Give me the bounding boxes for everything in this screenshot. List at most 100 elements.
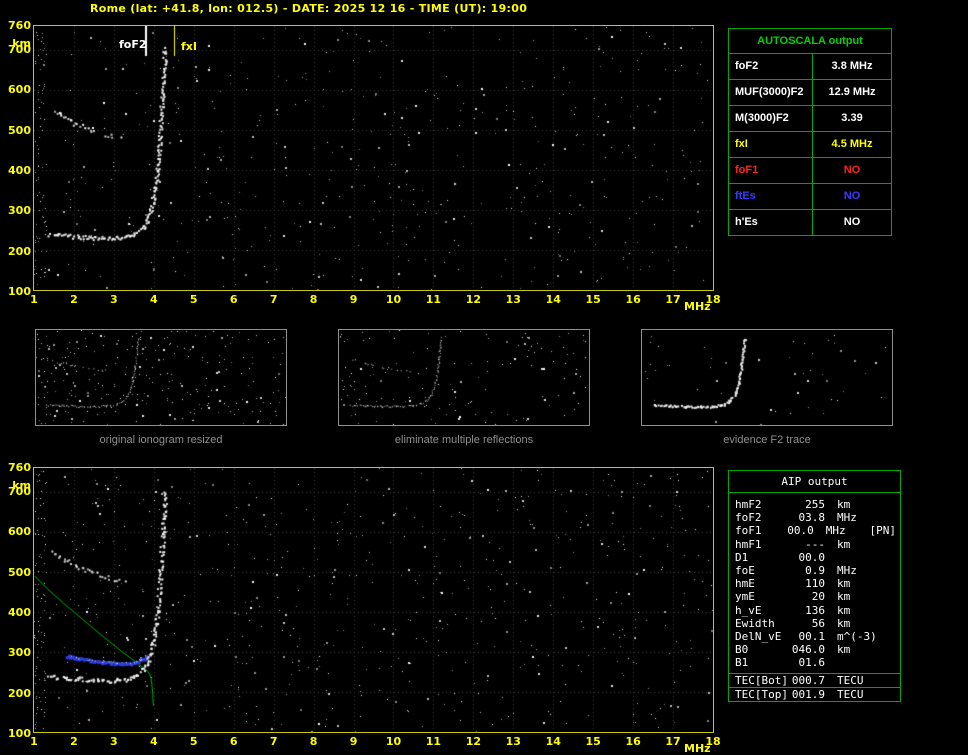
aip-param-unit: km: [837, 498, 851, 511]
aip-param-unit: km: [837, 616, 851, 630]
aip-param-note: [896, 551, 900, 564]
top-y-tick-760: 760: [8, 19, 31, 32]
top-x-tick-8: 8: [309, 293, 318, 306]
aip-param-note: [896, 617, 900, 630]
aip-param-unit: TECU: [837, 674, 864, 688]
thumbnail-caption-original: original ionogram resized: [99, 434, 223, 446]
thumbnail-original-ionogram: [35, 329, 287, 426]
aip-output-table: AIP output hmF2 255 km foF2 03.8 MHz foF1 00.0 M…: [728, 470, 901, 703]
bottom-x-tick-8: 8: [309, 735, 318, 748]
autoscala-table-header: AUTOSCALA output: [729, 29, 891, 54]
autoscala-param-name: ftEs: [735, 190, 756, 202]
aip-row-hmF1: hmF1 --- km: [729, 538, 900, 551]
top-x-tick-2: 2: [70, 293, 78, 306]
autoscala-row-MUF(3000)F2: MUF(3000)F2 12.9 MHz: [729, 80, 891, 106]
aip-param-name: foF2: [735, 511, 762, 525]
autoscala-row-foF1: foF1 NO: [729, 158, 891, 184]
autoscala-param-value: NO: [812, 184, 891, 209]
top-x-tick-3: 3: [110, 293, 118, 306]
aip-param-name: B1: [735, 656, 749, 670]
top-y-tick-500: 500: [8, 123, 31, 137]
aip-row-D1: D1 00.0: [729, 551, 900, 564]
aip-row-hmF2: hmF2 255 km: [729, 498, 900, 511]
top-ionogram-canvas: [34, 26, 713, 290]
bottom-ionogram-canvas: [34, 468, 713, 732]
thumbnail-evidence-f2: [641, 329, 893, 426]
aip-param-note: [896, 538, 900, 551]
top-x-tick-18: 18: [705, 293, 721, 306]
aip-param-value: 56: [811, 616, 825, 630]
bottom-x-tick-13: 13: [505, 735, 521, 748]
aip-param-name: DelN_vE: [735, 629, 782, 643]
bottom-y-tick-760: 760: [8, 461, 31, 474]
autoscala-param-value: 3.39: [812, 106, 891, 131]
autoscala-row-foF2: foF2 3.8 MHz: [729, 54, 891, 80]
aip-param-value: 001.9: [791, 688, 825, 702]
bottom-x-tick-9: 9: [349, 735, 358, 748]
aip-param-unit: km: [837, 537, 851, 551]
aip-param-unit: [837, 656, 887, 669]
aip-param-value: 110: [805, 577, 825, 591]
top-x-tick-11: 11: [425, 293, 442, 306]
top-x-tick-13: 13: [505, 293, 521, 306]
bottom-x-tick-18: 18: [705, 735, 721, 748]
autoscala-param-value: 4.5 MHz: [812, 132, 891, 157]
aip-param-name: ymE: [735, 590, 755, 604]
aip-param-unit: [837, 551, 887, 564]
aip-param-value: 00.1: [798, 629, 826, 643]
aip-param-note: [896, 656, 900, 669]
bottom-y-tick-500: 500: [8, 565, 31, 579]
aip-param-name: foF1: [735, 524, 762, 538]
aip-param-unit: MHz: [837, 511, 857, 525]
bottom-x-tick-7: 7: [269, 735, 278, 748]
aip-param-value: 01.6: [798, 656, 826, 670]
top-x-tick-15: 15: [585, 293, 601, 306]
aip-param-unit: MHz: [837, 563, 857, 577]
aip-param-note: [PN]: [869, 524, 897, 538]
aip-row-hmE: hmE 110 km: [729, 577, 900, 590]
autoscala-row-fxI: fxI 4.5 MHz: [729, 132, 891, 158]
aip-param-unit: m^(-3): [837, 629, 877, 643]
top-x-tick-10: 10: [385, 293, 402, 306]
bottom-y-tick-300: 300: [8, 646, 31, 660]
aip-param-value: 136: [805, 603, 825, 617]
top-x-tick-6: 6: [229, 293, 238, 306]
aip-param-unit: km: [837, 643, 851, 657]
top-y-tick-600: 600: [8, 83, 31, 97]
top-x-tick-14: 14: [545, 293, 561, 306]
aip-param-unit: MHz: [825, 524, 846, 538]
aip-param-name: hmF1: [735, 537, 762, 551]
aip-table-header: AIP output: [729, 471, 900, 493]
bottom-y-tick-200: 200: [8, 686, 31, 700]
thumbnail-evidence-canvas: [642, 330, 892, 425]
aip-param-value: ---: [805, 537, 825, 551]
thumbnail-caption-evidence: evidence F2 trace: [723, 434, 811, 446]
aip-param-value: 03.8: [798, 511, 826, 525]
top-x-tick-4: 4: [149, 293, 158, 306]
aip-row-foF2: foF2 03.8 MHz: [729, 511, 900, 524]
aip-param-name: h_vE: [735, 603, 762, 617]
thumbnail-eliminate-reflections: [338, 329, 590, 426]
autoscala-row-M(3000)F2: M(3000)F2 3.39: [729, 106, 891, 132]
aip-row-ymE: ymE 20 km: [729, 590, 900, 603]
aip-row-Ewidth: Ewidth 56 km: [729, 617, 900, 630]
aip-param-name: foE: [735, 563, 755, 577]
autoscala-param-name: M(3000)F2: [735, 112, 789, 124]
bottom-ionogram-plot: [33, 467, 714, 733]
bottom-x-tick-10: 10: [385, 735, 402, 748]
top-y-tick-200: 200: [8, 244, 31, 258]
top-x-tick-1: 1: [30, 293, 38, 306]
aip-param-note: [896, 590, 900, 603]
aip-param-name: B0: [735, 643, 749, 657]
bottom-x-tick-12: 12: [465, 735, 481, 748]
aip-param-note: [896, 511, 900, 524]
aip-tec-rows: TEC[Bot] 000.7 TECU TEC[Top] 001.9 TECU: [729, 673, 900, 701]
top-x-tick-5: 5: [189, 293, 198, 306]
autoscala-row-h'Es: h'Es NO: [729, 210, 891, 235]
bottom-x-tick-16: 16: [625, 735, 641, 748]
aip-param-unit: km: [837, 590, 851, 604]
autoscala-param-name: fxI: [735, 138, 748, 150]
aip-row-TEC[Bot]: TEC[Bot] 000.7 TECU: [729, 674, 900, 689]
top-x-tick-7: 7: [269, 293, 278, 306]
foF2-marker-label: foF2: [119, 38, 147, 51]
